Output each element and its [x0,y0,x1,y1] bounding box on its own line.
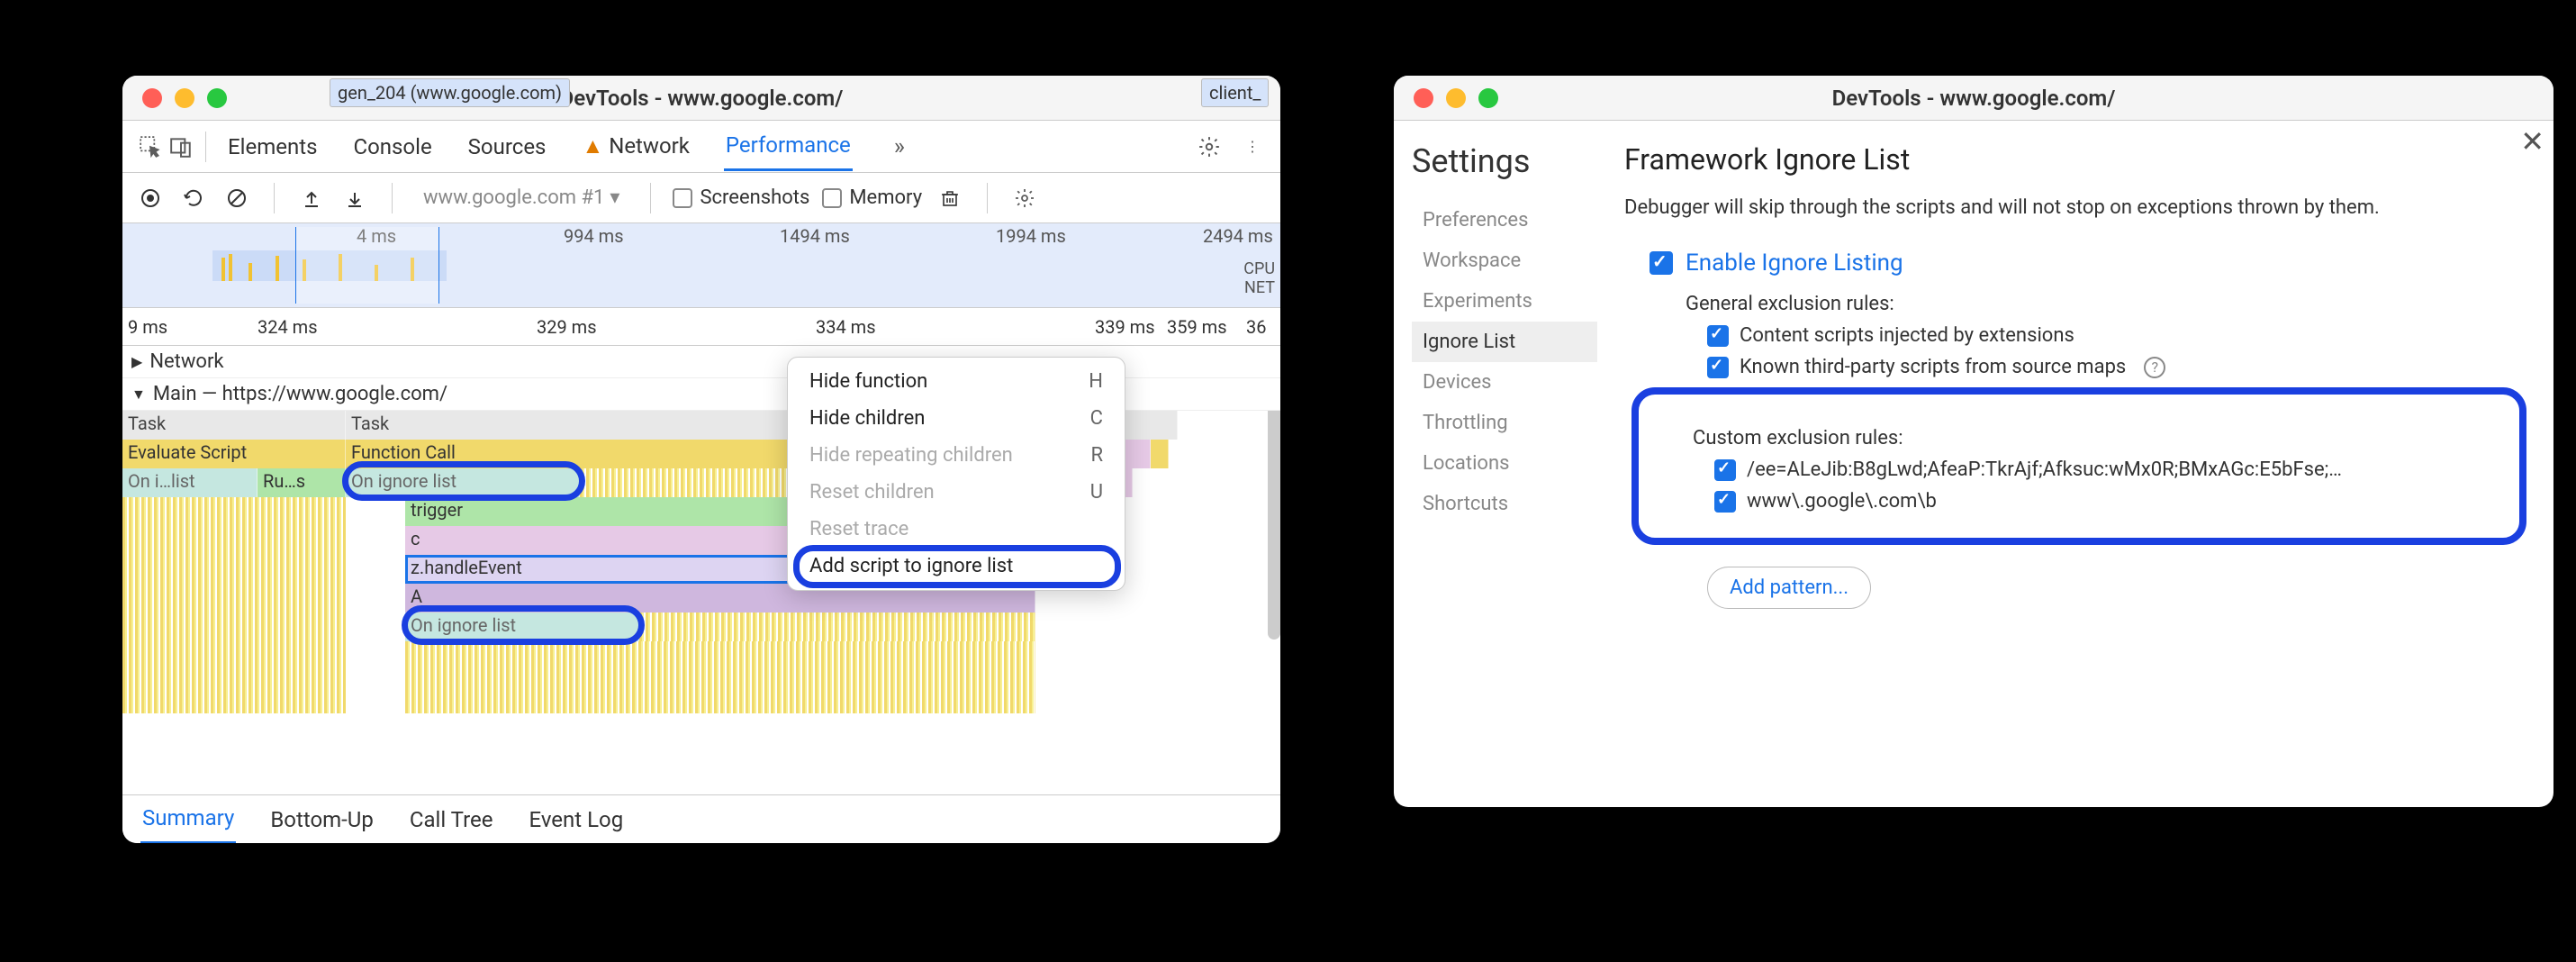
devtools-settings-window: DevTools - www.google.com/ Settings Pref… [1394,76,2553,807]
menu-add-to-ignore[interactable]: Add script to ignore list [788,548,1125,585]
flame-task[interactable]: Task [122,411,346,440]
session-selector[interactable]: www.google.com #1 ▾ [414,186,628,209]
checkbox-checked-icon [1714,491,1736,513]
general-rules-label: General exclusion rules: [1686,293,2526,315]
add-pattern-button[interactable]: Add pattern... [1707,567,1871,609]
warning-icon: ▲ [582,133,603,159]
performance-toolbar: www.google.com #1 ▾ Screenshots Memory [122,173,1280,223]
titlebar[interactable]: DevTools - www.google.com/ [122,76,1280,121]
help-icon[interactable]: ? [2144,357,2165,378]
window-controls [1394,88,1498,108]
tab-sources[interactable]: Sources [466,123,548,170]
maximize-window-button[interactable] [207,88,227,108]
collapse-icon: ▶ [131,353,142,370]
tab-event-log[interactable]: Event Log [527,796,625,843]
context-menu: Hide functionH Hide childrenC Hide repea… [787,357,1125,591]
checkbox-checked-icon [1650,251,1673,275]
checkbox-checked-icon [1707,357,1729,378]
expand-icon: ▼ [131,386,146,404]
highlight-custom-rules: Custom exclusion rules: /ee=ALeJib:B8gLw… [1631,387,2526,545]
screenshots-checkbox[interactable]: Screenshots [673,186,809,209]
net-label: NET [1243,278,1275,297]
close-window-button[interactable] [1414,88,1433,108]
minimize-window-button[interactable] [175,88,194,108]
content-scripts-checkbox[interactable]: Content scripts injected by extensions [1707,324,2526,347]
flame-on-ignore-list[interactable]: On i…list [122,468,258,497]
enable-ignore-checkbox[interactable]: Enable Ignore Listing [1650,250,2526,277]
flame-on-ignore-list[interactable]: On ignore list [346,468,580,497]
nav-preferences[interactable]: Preferences [1412,200,1597,240]
tab-bottom-up[interactable]: Bottom-Up [268,796,375,843]
custom-rule-2[interactable]: www\.google\.com\b [1714,490,2507,513]
window-title: DevTools - www.google.com/ [1394,86,2553,111]
checkbox-checked-icon [1714,459,1736,481]
nav-experiments[interactable]: Experiments [1412,281,1597,322]
menu-reset-trace: Reset trace [788,511,1125,548]
menu-hide-children[interactable]: Hide childrenC [788,400,1125,437]
tab-elements[interactable]: Elements [226,123,319,170]
panel-settings-icon[interactable] [1009,183,1040,213]
custom-rules-label: Custom exclusion rules: [1693,427,2507,449]
download-icon[interactable] [339,183,370,213]
main-toolbar: Elements Console Sources ▲Network Perfor… [122,121,1280,173]
upload-icon[interactable] [296,183,327,213]
nav-ignore-list[interactable]: Ignore List [1412,322,1597,362]
tab-network[interactable]: ▲Network [580,123,691,170]
settings-gear-icon[interactable] [1194,132,1225,162]
toolbar-divider [205,132,206,162]
custom-rule-1[interactable]: /ee=ALeJib:B8gLwd;AfeaP:TkrAjf;Afksuc:wM… [1714,458,2507,481]
third-party-checkbox[interactable]: Known third-party scripts from source ma… [1707,356,2526,378]
flame-collapsed[interactable] [122,497,346,713]
close-settings-icon[interactable]: ✕ [2520,124,2544,159]
page-title: Framework Ignore List [1624,142,2526,177]
scrollbar[interactable] [1268,411,1280,640]
checkbox-checked-icon [1707,325,1729,347]
timeline-overview[interactable]: 4 ms 994 ms 1494 ms 1994 ms 2494 ms CPU … [122,223,1280,308]
flame-evaluate-script[interactable]: Evaluate Script [122,440,346,468]
titlebar[interactable]: DevTools - www.google.com/ [1394,76,2553,121]
network-request-item[interactable]: client_ [1201,78,1269,107]
maximize-window-button[interactable] [1478,88,1498,108]
settings-content: ✕ Framework Ignore List Debugger will sk… [1597,121,2553,807]
nav-locations[interactable]: Locations [1412,443,1597,484]
time-ruler[interactable]: 9 ms 324 ms 329 ms 334 ms 339 ms 359 ms … [122,308,1280,346]
cpu-label: CPU [1243,259,1275,278]
collect-garbage-icon[interactable] [935,183,965,213]
flame-on-ignore-list-2[interactable]: On ignore list [405,613,639,641]
tab-call-tree[interactable]: Call Tree [408,796,495,843]
device-toolbar-icon[interactable] [166,132,196,162]
reload-button[interactable] [178,183,209,213]
tab-console[interactable]: Console [351,123,433,170]
nav-workspace[interactable]: Workspace [1412,240,1597,281]
menu-hide-function[interactable]: Hide functionH [788,363,1125,400]
window-controls [122,88,227,108]
tab-performance[interactable]: Performance [724,122,853,171]
chevron-down-icon: ▾ [610,186,619,209]
window-title: DevTools - www.google.com/ [122,86,1280,111]
page-description: Debugger will skip through the scripts a… [1624,193,2526,222]
nav-shortcuts[interactable]: Shortcuts [1412,484,1597,524]
kebab-menu-icon[interactable]: ⋮ [1237,132,1268,162]
more-tabs-icon[interactable]: » [894,133,905,160]
record-button[interactable] [135,183,166,213]
tab-summary[interactable]: Summary [140,794,236,843]
minimize-window-button[interactable] [1446,88,1466,108]
memory-checkbox[interactable]: Memory [822,186,922,209]
nav-devices[interactable]: Devices [1412,362,1597,403]
flame-run-microtasks[interactable]: Ru…s [258,468,346,497]
network-request-item[interactable]: gen_204 (www.google.com) [330,78,570,107]
menu-hide-repeating: Hide repeating childrenR [788,437,1125,474]
clear-button[interactable] [221,183,252,213]
details-tabs: Summary Bottom-Up Call Tree Event Log [122,794,1280,843]
panel-tabs: Elements Console Sources ▲Network Perfor… [226,122,1194,171]
overview-selection[interactable] [295,227,439,304]
nav-throttling[interactable]: Throttling [1412,403,1597,443]
close-window-button[interactable] [142,88,162,108]
inspect-icon[interactable] [135,132,166,162]
settings-sidebar: Settings Preferences Workspace Experimen… [1394,121,1597,807]
menu-reset-children: Reset childrenU [788,474,1125,511]
settings-heading: Settings [1412,142,1597,180]
devtools-performance-window: DevTools - www.google.com/ Elements Cons… [122,76,1280,843]
